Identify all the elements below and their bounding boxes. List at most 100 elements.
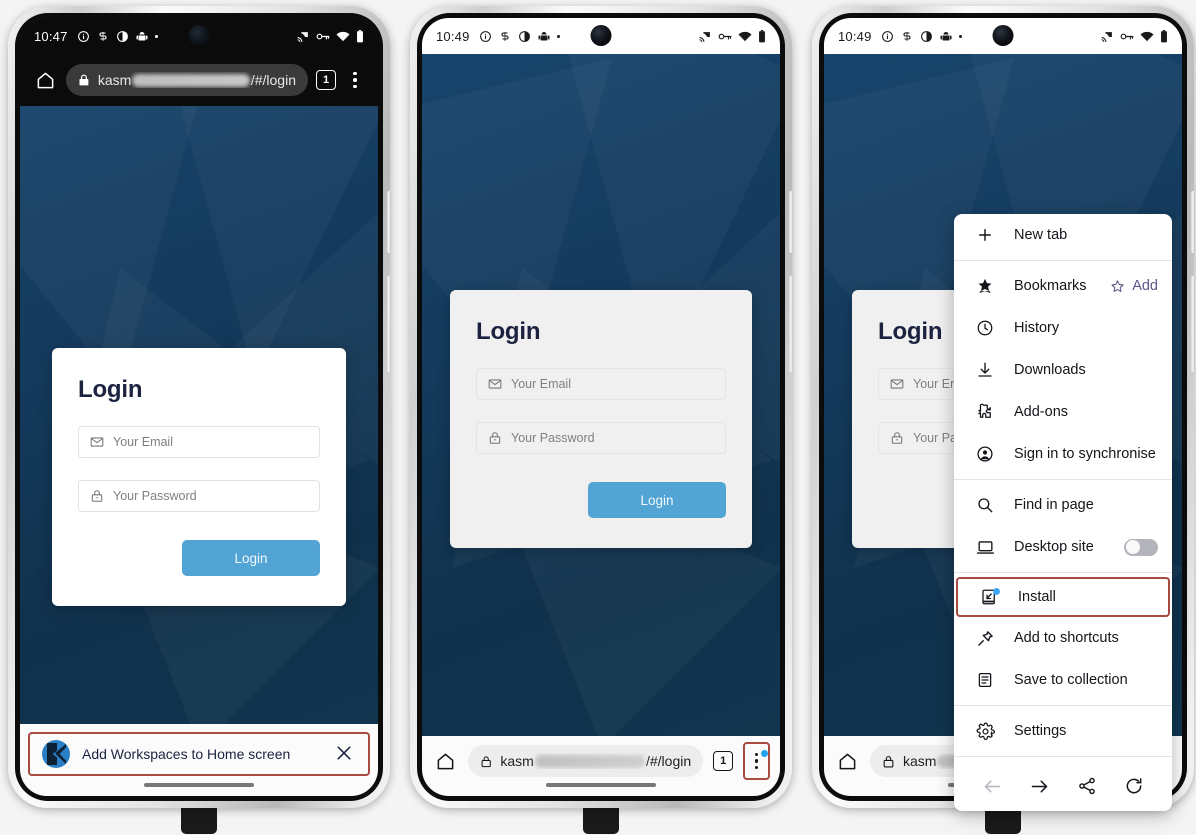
volume-button-1[interactable]: [387, 276, 391, 372]
address-bar-1[interactable]: kasm /#/login: [66, 64, 308, 96]
address-bar-2[interactable]: kasm /#/login: [468, 745, 704, 777]
login-card-2: Login Your Email Your Password Login: [450, 290, 752, 548]
menu-item-add-to-shortcuts[interactable]: Add to shortcuts: [954, 617, 1172, 659]
menu-item-add-ons[interactable]: Add-ons: [954, 391, 1172, 433]
bookmark-star-icon: [974, 275, 996, 297]
desktop-site-toggle[interactable]: [1124, 538, 1158, 556]
menu-item-history[interactable]: History: [954, 307, 1172, 349]
menu-item-label: Install: [1018, 589, 1056, 605]
menu-item-desktop-site[interactable]: Desktop site: [954, 526, 1172, 568]
status-bar-system-icons: [698, 29, 766, 43]
browser-toolbar-1: kasm /#/login 1: [20, 54, 378, 106]
battery-icon: [1160, 29, 1168, 43]
phone-2: 10:49 Login Your Email Your Password Log…: [410, 6, 793, 834]
menu-item-label: History: [1014, 320, 1060, 336]
url-suffix: /#/login: [645, 753, 692, 769]
menu-item-label: Desktop site: [1014, 539, 1094, 555]
close-icon[interactable]: [334, 743, 356, 765]
gesture-nav-pill-2: [546, 783, 656, 787]
dot-icon: [958, 34, 962, 38]
arrow-forward-icon[interactable]: [1017, 776, 1061, 797]
menu-item-label: Sign in to synchronise: [1014, 446, 1156, 462]
pin-icon: [974, 627, 996, 649]
menu-item-bookmarks[interactable]: Bookmarks Add: [954, 265, 1172, 307]
url-prefix: kasm: [97, 72, 132, 88]
bookmarks-add-label: Add: [1132, 278, 1158, 294]
download-icon: [974, 359, 996, 381]
kebab-menu-icon[interactable]: [746, 749, 768, 770]
add-to-home-banner-text: Add Workspaces to Home screen: [82, 746, 291, 762]
volume-button-2[interactable]: [789, 276, 793, 372]
kebab-menu-icon[interactable]: [344, 71, 366, 89]
lock-icon: [481, 755, 491, 767]
power-button-1[interactable]: [387, 191, 391, 253]
envelope-icon: [488, 379, 502, 389]
menu-divider: [954, 260, 1172, 261]
phone-screen-1: 10:47 kasm /#/login 1 Login Your Email Y…: [20, 18, 378, 796]
lock-icon: [79, 74, 89, 86]
wifi-icon: [1140, 31, 1154, 42]
install-app-icon: [978, 586, 1000, 608]
home-icon[interactable]: [32, 71, 58, 90]
front-camera-2: [590, 25, 612, 46]
menu-item-label: Find in page: [1014, 497, 1094, 513]
share-icon[interactable]: [1065, 776, 1109, 796]
email-field-1[interactable]: Your Email: [78, 426, 320, 458]
tab-counter-2[interactable]: 1: [713, 751, 734, 771]
status-bar-clock: 10:47: [34, 28, 68, 44]
home-icon[interactable]: [834, 752, 860, 771]
menu-divider: [954, 756, 1172, 757]
login-submit-button-1[interactable]: Login: [182, 540, 320, 576]
status-bar-system-icons: [296, 29, 364, 43]
screenshot-stage: 10:47 kasm /#/login 1 Login Your Email Y…: [0, 0, 1196, 835]
status-bar-clock: 10:49: [838, 28, 872, 44]
power-button-2[interactable]: [789, 191, 793, 253]
url-prefix: kasm: [500, 753, 534, 769]
star-outline-icon: [1111, 279, 1124, 292]
password-field-2[interactable]: Your Password: [476, 422, 726, 454]
install-new-badge: [993, 588, 1000, 595]
cast-icon: [296, 30, 310, 43]
info-icon: [479, 30, 492, 43]
address-bar-text-2: kasm /#/login: [500, 753, 691, 769]
email-field-2[interactable]: Your Email: [476, 368, 726, 400]
login-submit-button-2[interactable]: Login: [588, 482, 726, 518]
kasm-logo-icon: [42, 740, 70, 768]
gear-icon: [974, 720, 996, 742]
front-camera-1: [188, 25, 210, 46]
bookmarks-add-action[interactable]: Add: [1110, 278, 1158, 294]
info-icon: [77, 30, 90, 43]
volume-button-3[interactable]: [1191, 276, 1195, 372]
search-icon: [974, 494, 996, 516]
tab-counter-1[interactable]: 1: [316, 70, 336, 90]
url-redacted-region: [534, 754, 645, 768]
laptop-icon: [974, 536, 996, 558]
add-to-home-banner-1: Add Workspaces to Home screen: [20, 724, 378, 796]
silent-icon: [901, 30, 913, 43]
lock-icon: [489, 432, 501, 444]
email-placeholder: Your Email: [511, 377, 571, 391]
power-button-3[interactable]: [1191, 191, 1195, 253]
phone-screen-2: 10:49 Login Your Email Your Password Log…: [422, 18, 780, 796]
silent-icon: [97, 30, 109, 43]
menu-item-settings[interactable]: Settings: [954, 710, 1172, 752]
reload-icon[interactable]: [1112, 776, 1156, 796]
menu-item-install[interactable]: Install: [956, 577, 1170, 617]
android-icon: [940, 30, 952, 43]
android-icon: [136, 30, 148, 43]
menu-item-sign-in-to-synchronise[interactable]: Sign in to synchronise: [954, 433, 1172, 475]
collection-icon: [974, 669, 996, 691]
gesture-nav-pill-1: [144, 783, 254, 787]
password-field-1[interactable]: Your Password: [78, 480, 320, 512]
menu-item-new-tab[interactable]: New tab: [954, 214, 1172, 256]
menu-item-label: Save to collection: [1014, 672, 1128, 688]
menu-item-find-in-page[interactable]: Find in page: [954, 484, 1172, 526]
menu-navigation-bar: [954, 761, 1172, 811]
menu-item-save-to-collection[interactable]: Save to collection: [954, 659, 1172, 701]
kebab-menu-button-2[interactable]: [743, 742, 770, 780]
home-icon[interactable]: [432, 752, 458, 771]
address-bar-text-1: kasm /#/login: [98, 72, 296, 88]
silent-icon: [499, 30, 511, 43]
menu-item-downloads[interactable]: Downloads: [954, 349, 1172, 391]
add-to-home-banner-inner[interactable]: Add Workspaces to Home screen: [28, 732, 370, 776]
